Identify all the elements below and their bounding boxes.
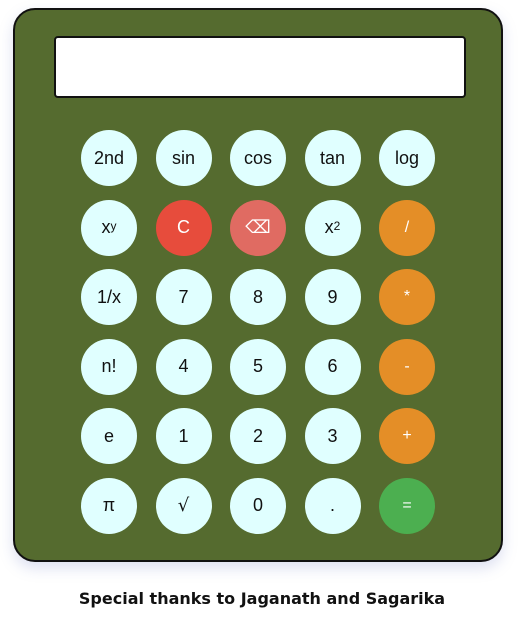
two-button[interactable]: 2 [230, 408, 286, 464]
cos-button[interactable]: cos [230, 130, 286, 186]
sqrt-button[interactable]: √ [155, 477, 212, 534]
equals-button[interactable]: = [379, 477, 435, 534]
one-button[interactable]: 1 [155, 408, 212, 464]
backspace-button[interactable]: ⌫ [230, 199, 286, 256]
divide-button[interactable]: / [379, 199, 435, 256]
calculator-body: 2nd sin cos tan log xy C ⌫ x2 / 1/x 7 8 … [13, 8, 503, 562]
subtract-button[interactable]: - [379, 338, 435, 395]
sin-button[interactable]: sin [155, 130, 212, 186]
pi-button[interactable]: π [81, 477, 137, 534]
nine-button[interactable]: 9 [304, 269, 361, 325]
power-base-label: x [101, 217, 111, 237]
square-base-label: x [324, 217, 334, 237]
power-button[interactable]: xy [81, 199, 137, 256]
four-button[interactable]: 4 [155, 338, 212, 395]
decimal-button[interactable]: . [304, 477, 361, 534]
multiply-button[interactable]: * [379, 269, 435, 325]
square-button[interactable]: x2 [304, 199, 361, 256]
second-function-button[interactable]: 2nd [81, 130, 137, 186]
seven-button[interactable]: 7 [155, 269, 212, 325]
log-button[interactable]: log [379, 130, 435, 186]
reciprocal-button[interactable]: 1/x [81, 269, 137, 325]
eight-button[interactable]: 8 [230, 269, 286, 325]
e-constant-button[interactable]: e [81, 408, 137, 464]
tan-button[interactable]: tan [304, 130, 361, 186]
three-button[interactable]: 3 [304, 408, 361, 464]
zero-button[interactable]: 0 [230, 477, 286, 534]
power-exponent-label: y [110, 218, 117, 233]
calculator-display[interactable] [54, 36, 466, 98]
clear-button[interactable]: C [155, 199, 212, 256]
six-button[interactable]: 6 [304, 338, 361, 395]
add-button[interactable]: + [379, 408, 435, 464]
keypad: 2nd sin cos tan log xy C ⌫ x2 / 1/x 7 8 … [81, 130, 435, 534]
factorial-button[interactable]: n! [81, 338, 137, 395]
credits-text: Special thanks to Jaganath and Sagarika [78, 589, 446, 608]
five-button[interactable]: 5 [230, 338, 286, 395]
square-exponent-label: 2 [333, 218, 341, 233]
backspace-icon: ⌫ [245, 217, 271, 237]
